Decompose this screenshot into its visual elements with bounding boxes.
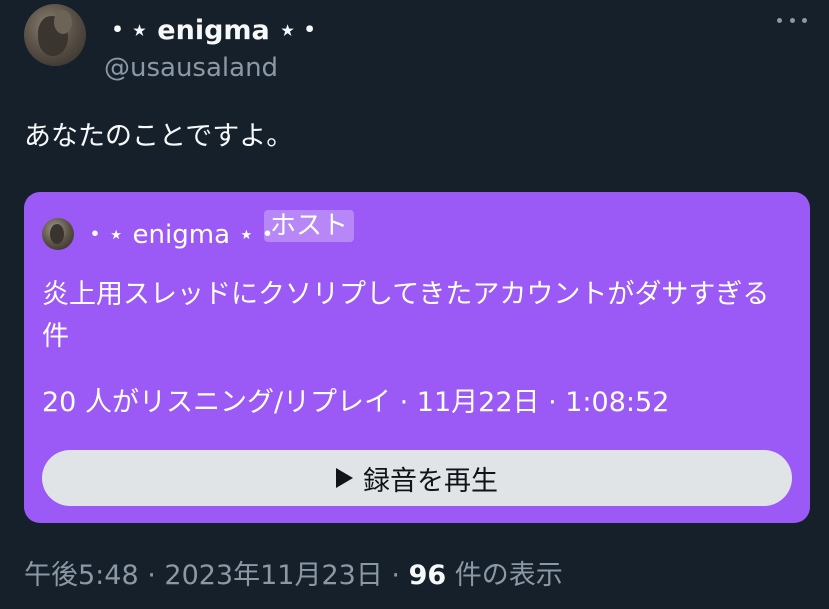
tweet-footer: 午後5:48 · 2023年11月23日 · 96 件の表示 (24, 553, 563, 592)
footer-separator: · (382, 560, 409, 591)
more-dot (789, 17, 795, 23)
host-avatar (42, 218, 74, 250)
avatar-shape-highlight (54, 10, 72, 34)
space-card[interactable]: ・⋆ enigma ⋆・ ホスト 炎上用スレッドにクソリプしてきたアカウントがダ… (24, 192, 810, 523)
space-host-name: ・⋆ enigma ⋆・ (82, 220, 281, 250)
play-icon (336, 468, 353, 488)
play-recording-label: 録音を再生 (363, 465, 498, 497)
host-badge: ホスト (264, 210, 355, 242)
space-title: 炎上用スレッドにクソリプしてきたアカウントがダサすぎる件 (42, 279, 770, 352)
host-avatar-shape (50, 224, 64, 244)
author-display-name[interactable]: ・⋆ enigma ⋆・ (104, 8, 323, 47)
tweet-time[interactable]: 午後5:48 (24, 560, 139, 591)
tweet-text: あなたのことですよ。 (24, 121, 294, 152)
author-avatar[interactable] (24, 4, 86, 66)
space-meta: 20 人がリスニング/リプレイ · 11月22日 · 1:08:52 (42, 387, 670, 418)
more-options-icon[interactable] (777, 10, 807, 30)
footer-separator: · (138, 560, 165, 591)
views-label: 件の表示 (446, 560, 563, 591)
more-dot (802, 17, 807, 23)
author-handle[interactable]: @usausaland (104, 53, 278, 83)
views-count: 96 (408, 560, 447, 591)
more-dot (777, 17, 782, 23)
tweet-date[interactable]: 2023年11月23日 (164, 560, 382, 591)
play-recording-button[interactable]: 録音を再生 (42, 450, 792, 506)
